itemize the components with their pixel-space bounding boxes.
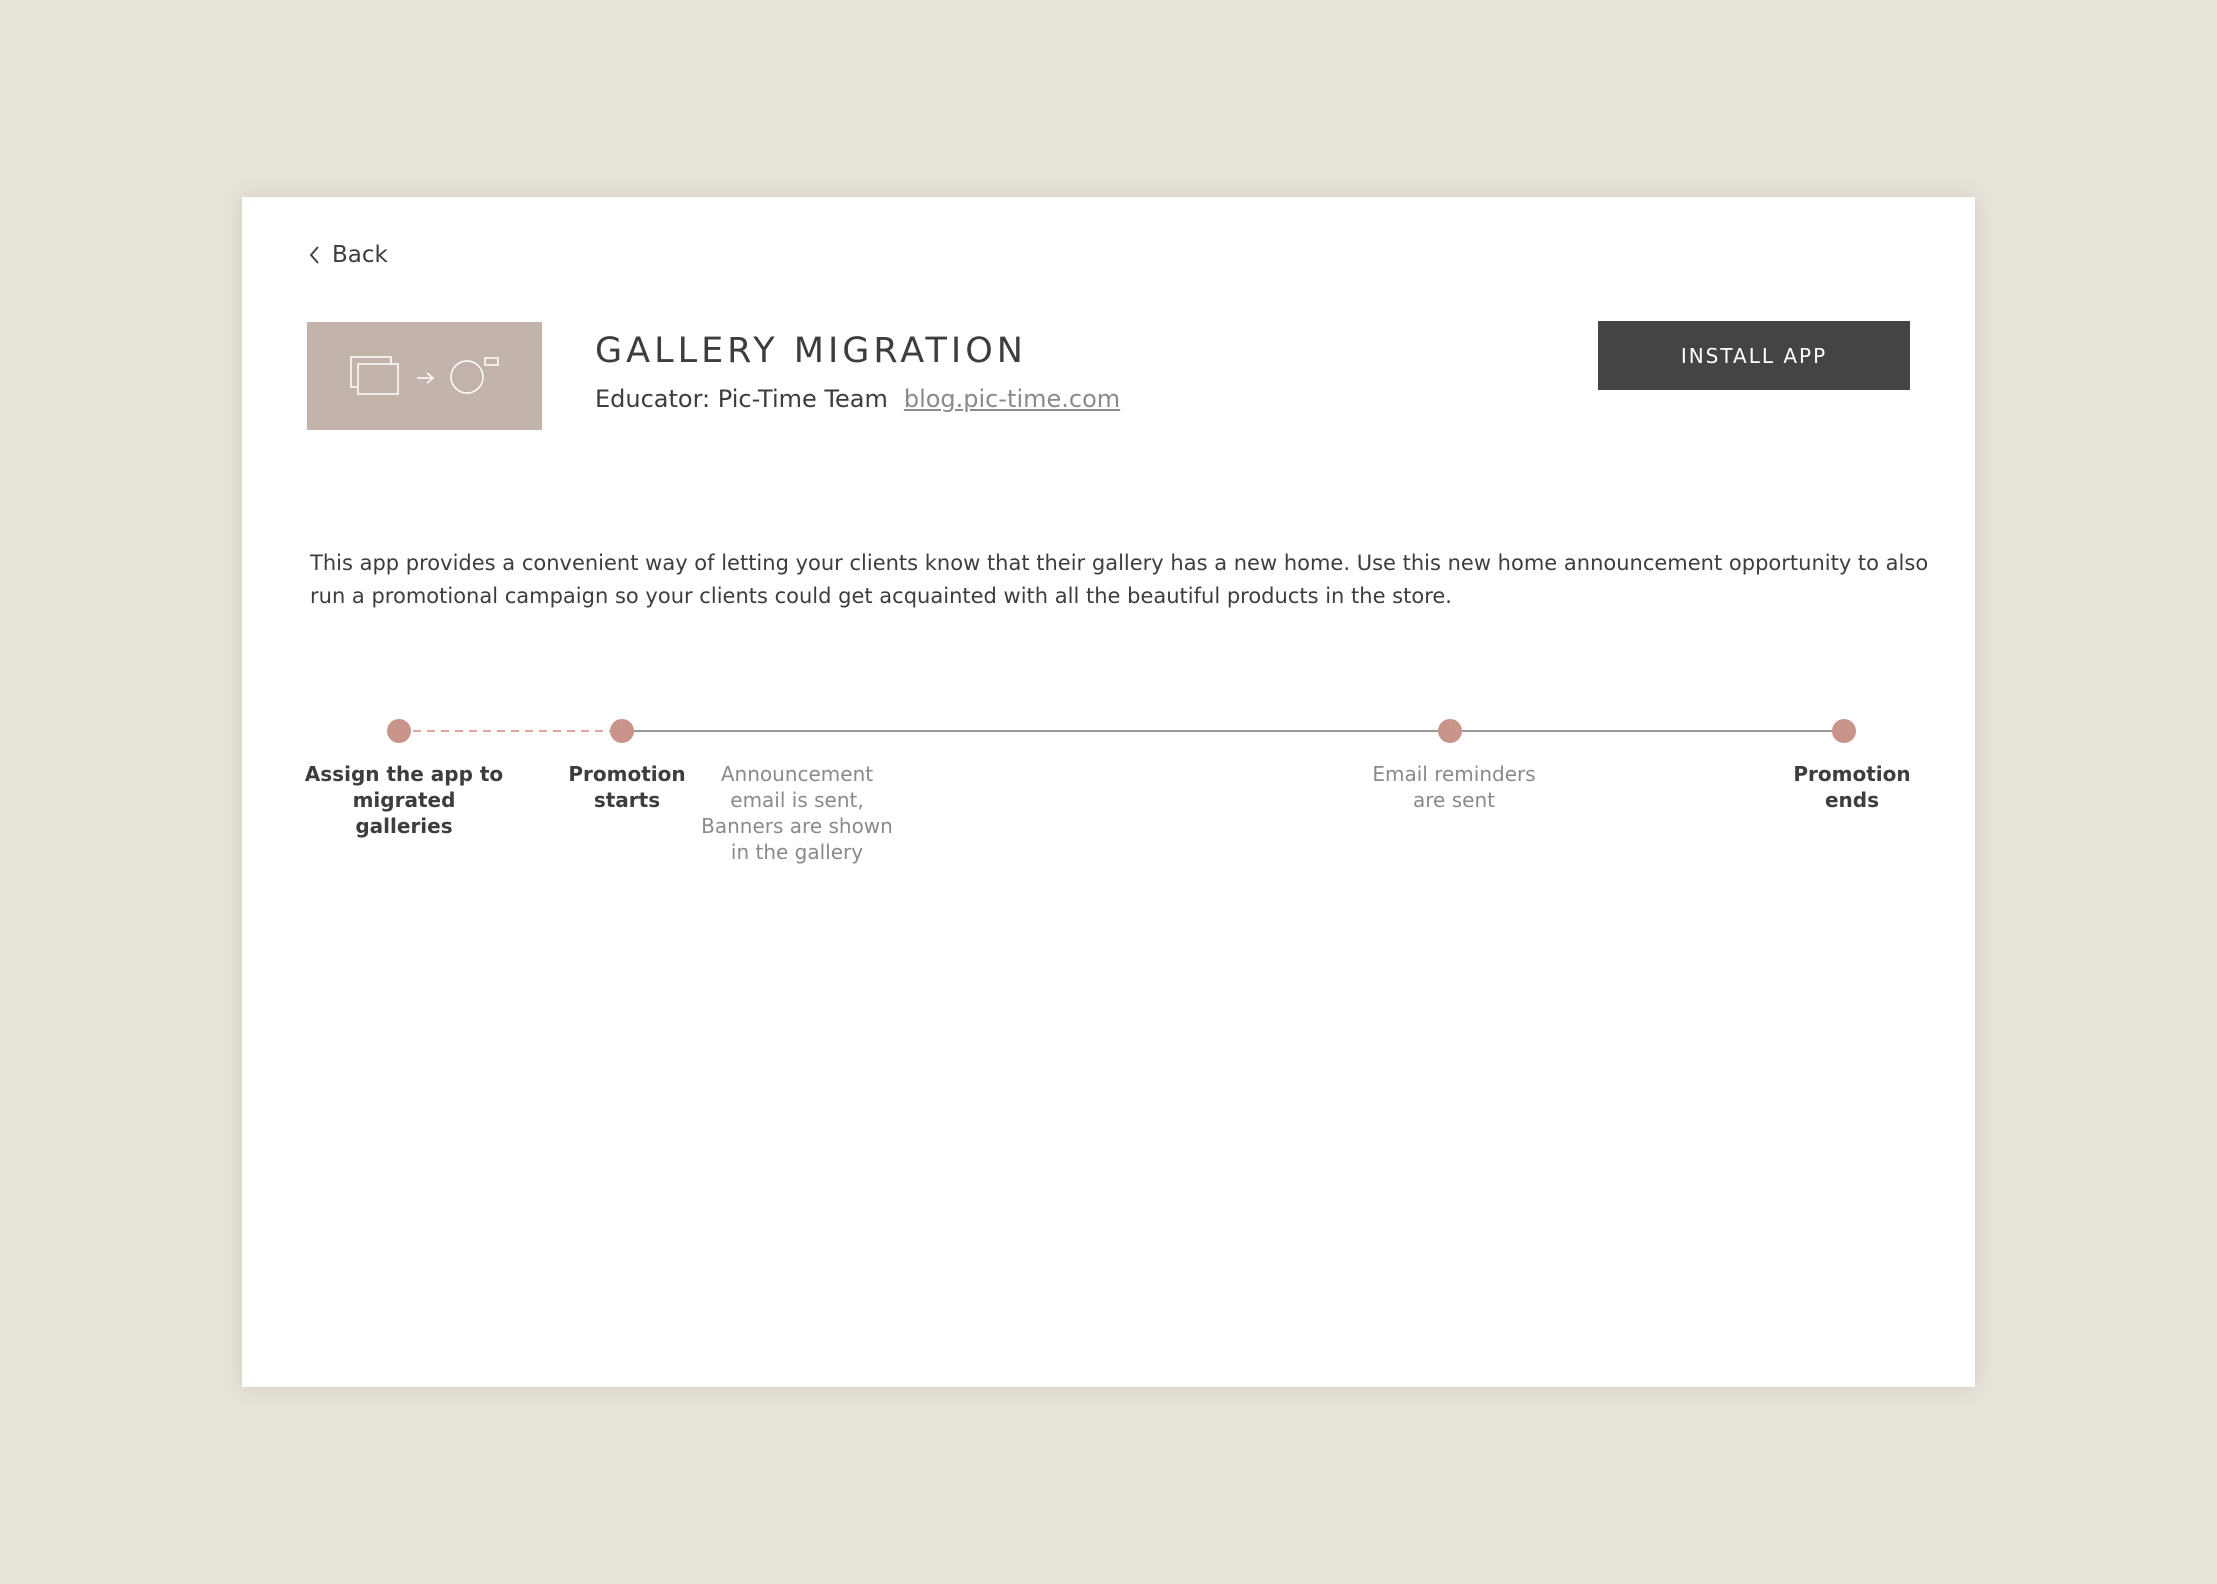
timeline-dot-email-reminders: [1438, 719, 1462, 743]
timeline-dot-promotion-end: [1832, 719, 1856, 743]
timeline-label-promotion-end: Promotion ends: [1793, 762, 1911, 812]
timeline-label-promotion-start: Promotion starts: [568, 762, 686, 812]
timeline-dot-promotion-start: [610, 719, 634, 743]
timeline-dot-assign: [387, 719, 411, 743]
app-detail-card: Back GALLERY MIGRATION Educator: Pic-Tim…: [242, 197, 1975, 1387]
timeline-label-announcement: Announcement email is sent, Banners are …: [701, 762, 893, 864]
timeline-label-assign: Assign the app to migrated galleries: [304, 762, 504, 838]
timeline-label-email-reminders: Email reminders are sent: [1372, 762, 1536, 812]
